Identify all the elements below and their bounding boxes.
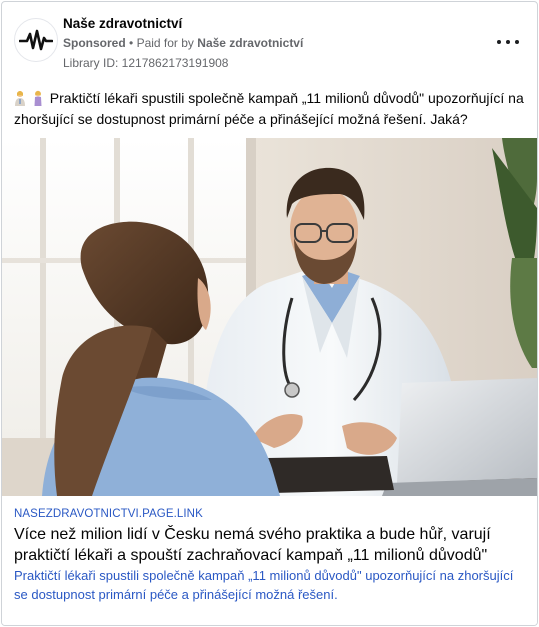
- page-avatar[interactable]: [14, 18, 58, 62]
- paid-for-by-name: Naše zdravotnictví: [197, 36, 304, 50]
- link-headline[interactable]: Více než milion lidí v Česku nemá svého …: [14, 524, 532, 566]
- ad-card: Naše zdravotnictví Sponsored • Paid for …: [1, 1, 538, 626]
- woman-standing-emoji: [34, 90, 42, 106]
- more-options-icon[interactable]: [497, 35, 519, 49]
- post-message: Praktičtí lékaři spustili společně kampa…: [14, 90, 524, 127]
- ad-image: [2, 138, 537, 496]
- post-header: Naše zdravotnictví Sponsored • Paid for …: [2, 2, 537, 82]
- library-id: Library ID: 1217862173191908: [63, 56, 229, 70]
- page-name[interactable]: Naše zdravotnictví: [63, 16, 182, 31]
- sponsored-line: Sponsored • Paid for by Naše zdravotnict…: [63, 36, 303, 50]
- meta-separator: •: [129, 36, 134, 50]
- doctor-patient-consultation-photo[interactable]: [2, 138, 537, 496]
- link-domain[interactable]: NASEZDRAVOTNICTVI.PAGE.LINK: [14, 508, 203, 520]
- paid-for-by-label: Paid for by: [136, 36, 194, 50]
- woman-health-worker-emoji: [15, 91, 25, 106]
- post-text: Praktičtí lékaři spustili společně kampa…: [14, 88, 529, 130]
- heartbeat-pulse-icon: [19, 29, 53, 51]
- link-description[interactable]: Praktičtí lékaři spustili společně kampa…: [14, 566, 524, 604]
- link-preview[interactable]: NASEZDRAVOTNICTVI.PAGE.LINK Více než mil…: [2, 496, 537, 625]
- sponsored-label: Sponsored: [63, 36, 126, 50]
